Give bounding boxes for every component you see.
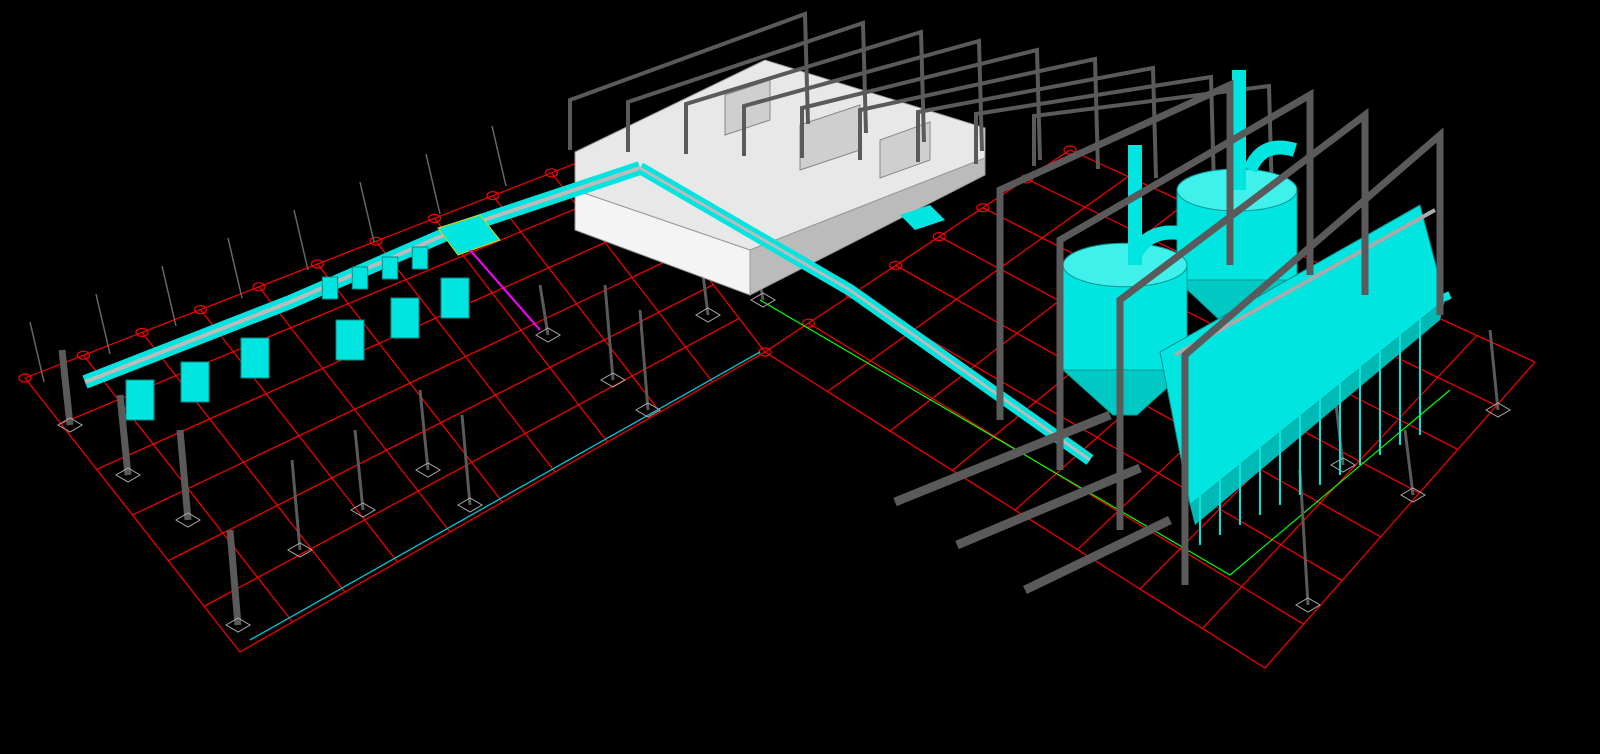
mast-pole [95, 293, 111, 355]
filling-machine [335, 319, 365, 361]
chute [469, 249, 541, 331]
boundary-line [249, 351, 761, 641]
grid-line [203, 317, 740, 607]
column [1488, 329, 1500, 411]
column [538, 284, 550, 336]
plant-layout-3d-model[interactable] [0, 0, 1600, 754]
column [176, 429, 192, 521]
filling-machine [411, 246, 429, 270]
filling-machine [125, 379, 155, 421]
column [353, 429, 365, 511]
column [226, 529, 242, 626]
column [1298, 469, 1310, 606]
mast-pole [293, 209, 309, 271]
filling-machine [240, 337, 270, 379]
mast-pole [161, 265, 177, 327]
mast-pole [491, 125, 507, 187]
column [460, 414, 472, 506]
mast-pole [425, 153, 441, 215]
grid-line [24, 149, 611, 379]
filling-machine [381, 256, 399, 280]
column [638, 309, 650, 411]
mast-pole [227, 237, 243, 299]
filling-machine [351, 266, 369, 290]
filling-machine [440, 277, 470, 319]
column [290, 459, 302, 551]
column [603, 284, 615, 381]
filling-machine [321, 276, 339, 300]
column [1403, 429, 1415, 496]
filling-machine [180, 361, 210, 403]
machines [125, 246, 470, 421]
cad-3d-viewport[interactable] [0, 0, 1600, 754]
mast-pole [359, 181, 375, 243]
filling-machine [390, 297, 420, 339]
grid-line [239, 351, 766, 653]
